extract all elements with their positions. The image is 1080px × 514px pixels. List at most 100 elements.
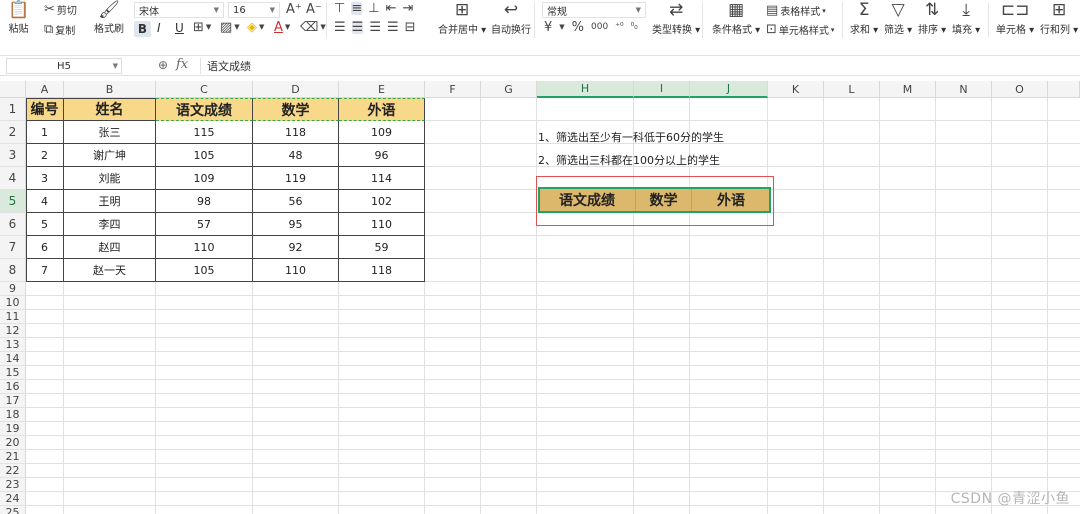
table-header-cell[interactable]: 外语 — [339, 98, 425, 121]
type-convert-button[interactable]: ⇄ 类型转换 ▾ — [652, 2, 700, 37]
table-cell[interactable]: 7 — [26, 259, 64, 282]
align-top-icon[interactable]: ⊤ — [334, 2, 345, 15]
table-cell[interactable]: 6 — [26, 236, 64, 259]
row-header-7[interactable]: 7 — [0, 236, 26, 259]
table-cell[interactable]: 118 — [253, 121, 339, 144]
table-cell[interactable]: 118 — [339, 259, 425, 282]
table-cell[interactable]: 110 — [253, 259, 339, 282]
table-cell[interactable]: 110 — [339, 213, 425, 236]
row-header-3[interactable]: 3 — [0, 144, 26, 167]
cut-button[interactable]: ✂ 剪切 — [44, 2, 77, 17]
align-right-icon[interactable]: ☰ — [369, 21, 381, 34]
column-header-b[interactable]: B — [64, 81, 156, 98]
row-header-17[interactable]: 17 — [0, 394, 26, 408]
table-header-cell[interactable]: 姓名 — [64, 98, 156, 121]
row-header-10[interactable]: 10 — [0, 296, 26, 310]
table-cell[interactable]: 110 — [156, 236, 253, 259]
column-header-m[interactable]: M — [880, 81, 936, 98]
auto-wrap-button[interactable]: ↩ 自动换行 — [491, 2, 531, 37]
cell-grid[interactable]: 编号 姓名 语文成绩 数学 外语 1 张三 115 118 109 2 谢广坤 105 48 96 3 刘能 10… — [26, 98, 1080, 514]
merge-center-button[interactable]: ⊞ 合并居中 ▾ — [438, 2, 486, 37]
column-header-k[interactable]: K — [768, 81, 824, 98]
table-cell[interactable]: 48 — [253, 144, 339, 167]
row-header-18[interactable]: 18 — [0, 408, 26, 422]
sort-button[interactable]: ⇅ 排序 ▾ — [918, 2, 946, 37]
justify-icon[interactable]: ☰ — [387, 21, 399, 34]
fx-button[interactable]: fx — [176, 57, 188, 72]
column-header-h[interactable]: H — [537, 81, 634, 98]
table-header-cell[interactable]: 数学 — [253, 98, 339, 121]
rows-cols-button[interactable]: ⊞ 行和列 ▾ — [1040, 2, 1078, 37]
font-color-button[interactable]: A ▼ — [274, 21, 290, 34]
column-header-j[interactable]: J — [690, 81, 768, 98]
table-style-button[interactable]: ▤ 表格样式 ▾ — [766, 3, 826, 18]
table-cell[interactable]: 98 — [156, 190, 253, 213]
table-cell[interactable]: 王明 — [64, 190, 156, 213]
copy-button[interactable]: ⧉ 复制 — [44, 22, 75, 37]
underline-button[interactable]: U — [175, 21, 184, 35]
table-cell[interactable]: 95 — [253, 213, 339, 236]
font-grow-button[interactable]: A⁺ — [286, 3, 302, 16]
row-header-21[interactable]: 21 — [0, 450, 26, 464]
table-cell[interactable]: 105 — [156, 144, 253, 167]
align-middle-icon[interactable]: ≡ — [351, 2, 363, 15]
select-all-corner[interactable] — [0, 81, 26, 98]
row-header-9[interactable]: 9 — [0, 282, 26, 296]
distributed-icon[interactable]: ⊟ — [405, 21, 416, 34]
row-header-1[interactable]: 1 — [0, 98, 26, 121]
row-header-16[interactable]: 16 — [0, 380, 26, 394]
column-header-d[interactable]: D — [253, 81, 339, 98]
row-header-11[interactable]: 11 — [0, 310, 26, 324]
format-painter-button[interactable]: 🖌 格式刷 — [94, 2, 124, 36]
row-header-5[interactable]: 5 — [0, 190, 26, 213]
currency-button[interactable]: ¥ — [544, 21, 552, 34]
table-cell[interactable]: 109 — [156, 167, 253, 190]
row-header-8[interactable]: 8 — [0, 259, 26, 282]
thousands-button[interactable]: 000 — [591, 23, 608, 32]
formula-input[interactable]: 语文成绩 — [200, 58, 1070, 74]
percent-button[interactable]: % — [572, 21, 584, 34]
table-cell[interactable]: 114 — [339, 167, 425, 190]
font-shrink-button[interactable]: A⁻ — [306, 3, 322, 16]
paste-button[interactable]: 📋 粘贴 — [8, 2, 29, 36]
row-header-23[interactable]: 23 — [0, 478, 26, 492]
column-header-l[interactable]: L — [824, 81, 880, 98]
table-cell[interactable]: 56 — [253, 190, 339, 213]
increase-decimal-icon[interactable]: ⁺⁰ — [615, 23, 623, 32]
font-name-select[interactable]: 宋体 ▼ — [134, 2, 224, 18]
table-cell[interactable]: 57 — [156, 213, 253, 236]
table-cell[interactable]: 2 — [26, 144, 64, 167]
sum-button[interactable]: Σ 求和 ▾ — [850, 2, 878, 37]
table-cell[interactable]: 刘能 — [64, 167, 156, 190]
table-cell[interactable]: 赵四 — [64, 236, 156, 259]
cell-style-button[interactable]: ⊡ 单元格样式 ▾ — [766, 22, 834, 37]
table-cell[interactable]: 102 — [339, 190, 425, 213]
spreadsheet-grid[interactable]: ABCDEFGHIJKLMNO 1 2 3 4 5 6 7 8 9 10 11 12 13 14 15 16 1… — [0, 81, 1080, 514]
table-cell[interactable]: 李四 — [64, 213, 156, 236]
align-center-icon[interactable]: ☰ — [351, 21, 364, 34]
table-cell[interactable]: 谢广坤 — [64, 144, 156, 167]
column-header-f[interactable]: F — [425, 81, 481, 98]
indent-increase-icon[interactable]: ⇥ — [402, 2, 413, 15]
column-header-i[interactable]: I — [634, 81, 690, 98]
row-header-12[interactable]: 12 — [0, 324, 26, 338]
column-header-e[interactable]: E — [339, 81, 425, 98]
filter-button[interactable]: ▽ 筛选 ▾ — [884, 2, 912, 37]
cell-shade-button[interactable]: ▨ ▼ — [220, 21, 240, 34]
number-format-select[interactable]: 常规 ▼ — [542, 2, 646, 18]
table-cell[interactable]: 105 — [156, 259, 253, 282]
row-header-25[interactable]: 25 — [0, 506, 26, 514]
table-cell[interactable]: 59 — [339, 236, 425, 259]
clear-button[interactable]: ⌫ ▼ — [300, 21, 326, 34]
row-header-19[interactable]: 19 — [0, 422, 26, 436]
fill-button[interactable]: ⤓ 填充 ▾ — [952, 2, 980, 37]
bold-button[interactable]: B — [134, 21, 151, 37]
column-header-o[interactable]: O — [992, 81, 1048, 98]
italic-button[interactable]: I — [157, 21, 161, 35]
table-cell[interactable]: 1 — [26, 121, 64, 144]
table-cell[interactable]: 赵一天 — [64, 259, 156, 282]
decrease-decimal-icon[interactable]: ⁰₀ — [631, 23, 638, 32]
table-cell[interactable]: 96 — [339, 144, 425, 167]
row-header-6[interactable]: 6 — [0, 213, 26, 236]
border-button[interactable]: ⊞ ▼ — [193, 21, 211, 34]
